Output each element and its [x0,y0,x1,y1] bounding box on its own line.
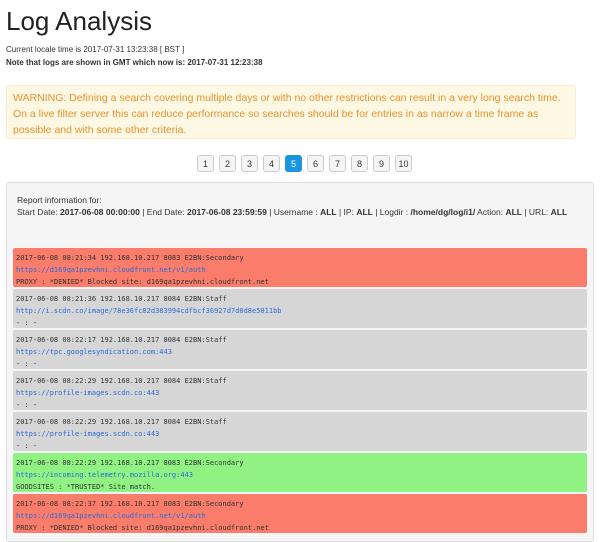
username-label: | Username : [266,207,321,217]
page-button-9[interactable]: 9 [373,155,390,172]
log-entry-url-link[interactable]: https://d169qa1pzevhni.cloudfront.net/v1… [16,510,584,522]
page-button-3[interactable]: 3 [241,155,258,172]
log-entry-url-link[interactable]: https://d169qa1pzevhni.cloudfront.net/v1… [16,264,584,276]
page-button-10[interactable]: 10 [395,155,412,172]
log-entry-header: 2017-06-08 08:22:29 192.168.10.217 8084 … [16,418,227,426]
report-heading: Report information for: [17,195,102,205]
log-entry: 2017-06-08 08:22:29 192.168.10.217 8084 … [13,371,587,410]
gmt-note-label: Note that logs are shown in GMT which no… [6,58,188,67]
page-button-4[interactable]: 4 [263,155,280,172]
report-info: Report information for: Start Date: 2017… [17,194,587,218]
log-entry-header: 2017-06-08 08:22:17 192.168.10.217 8084 … [16,336,227,344]
start-date-value: 2017-06-08 00:00:00 [60,207,140,217]
page-button-2[interactable]: 2 [219,155,236,172]
log-entry: 2017-06-08 08:22:17 192.168.10.217 8084 … [13,330,587,369]
start-date-label: Start Date: [17,207,60,217]
report-criteria: Start Date: 2017-06-08 00:00:00 | End Da… [17,206,587,218]
log-entry-url-link[interactable]: https://incoming.telemetry.mozilla.org:4… [16,469,584,481]
end-date-value: 2017-06-08 23:59:59 [186,207,267,217]
log-entry-url-link[interactable]: https://profile-images.scdn.co:443 [16,387,584,399]
log-entry-detail: PROXY : *DENIED* Blocked site: d169qa1pz… [16,524,269,532]
logdir-value: /home/dg/log/i1/ [410,207,476,217]
end-date-label: | End Date: [139,207,187,217]
log-entry: 2017-06-08 08:22:29 192.168.10.217 8083 … [13,453,587,492]
warning-alert: WARNING: Defining a search covering mult… [6,85,576,139]
log-entry-header: 2017-06-08 08:22:37 192.168.10.217 8083 … [16,500,244,508]
log-entry-detail: - : - [16,401,38,409]
log-entry-detail: - : - [16,319,38,327]
pagination: 1 2 3 4 5 6 7 8 9 10 [197,155,412,172]
log-entry-detail: - : - [16,442,38,450]
gmt-time: 2017-07-31 12:23:38 [187,58,263,67]
page-button-8[interactable]: 8 [351,155,368,172]
action-label: Action: [475,207,506,217]
log-entry: 2017-06-08 08:22:29 192.168.10.217 8084 … [13,412,587,451]
log-entry: 2017-06-08 08:21:34 192.168.10.217 8083 … [13,248,587,287]
locale-time-text: Current locale time is 2017-07-31 13:23:… [6,45,185,54]
log-entry: 2017-06-08 08:22:37 192.168.10.217 8083 … [13,494,587,533]
log-entry-detail: GOODSITES : *TRUSTED* Site match. [16,483,156,491]
log-entry-header: 2017-06-08 08:22:29 192.168.10.217 8083 … [16,459,244,467]
url-label: | URL: [521,207,551,217]
log-entry-url-link[interactable]: http://i.scdn.co/image/78e36fc82d383994c… [16,305,584,317]
page-title: Log Analysis [6,6,152,36]
logdir-label: | Logdir : [372,207,411,217]
log-entry-url-link[interactable]: https://tpc.googlesyndication.com:443 [16,346,584,358]
gmt-note: Note that logs are shown in GMT which no… [6,58,263,67]
action-value: ALL [505,207,522,217]
log-entry-url-link[interactable]: https://profile-images.scdn.co:443 [16,428,584,440]
url-value: ALL [550,207,568,217]
page-button-6[interactable]: 6 [307,155,324,172]
log-entry-header: 2017-06-08 08:21:34 192.168.10.217 8083 … [16,254,244,262]
page-button-1[interactable]: 1 [197,155,214,172]
log-entry-detail: PROXY : *DENIED* Blocked site: d169qa1pz… [16,278,269,286]
ip-label: | IP: [336,207,357,217]
username-value: ALL [320,207,337,217]
page-button-5[interactable]: 5 [285,155,302,172]
ip-value: ALL [356,207,373,217]
log-entry: 2017-06-08 08:21:36 192.168.10.217 8084 … [13,289,587,328]
page-button-7[interactable]: 7 [329,155,346,172]
log-entry-header: 2017-06-08 08:22:29 192.168.10.217 8084 … [16,377,227,385]
log-entry-header: 2017-06-08 08:21:36 192.168.10.217 8084 … [16,295,227,303]
log-entry-detail: - : - [16,360,38,368]
